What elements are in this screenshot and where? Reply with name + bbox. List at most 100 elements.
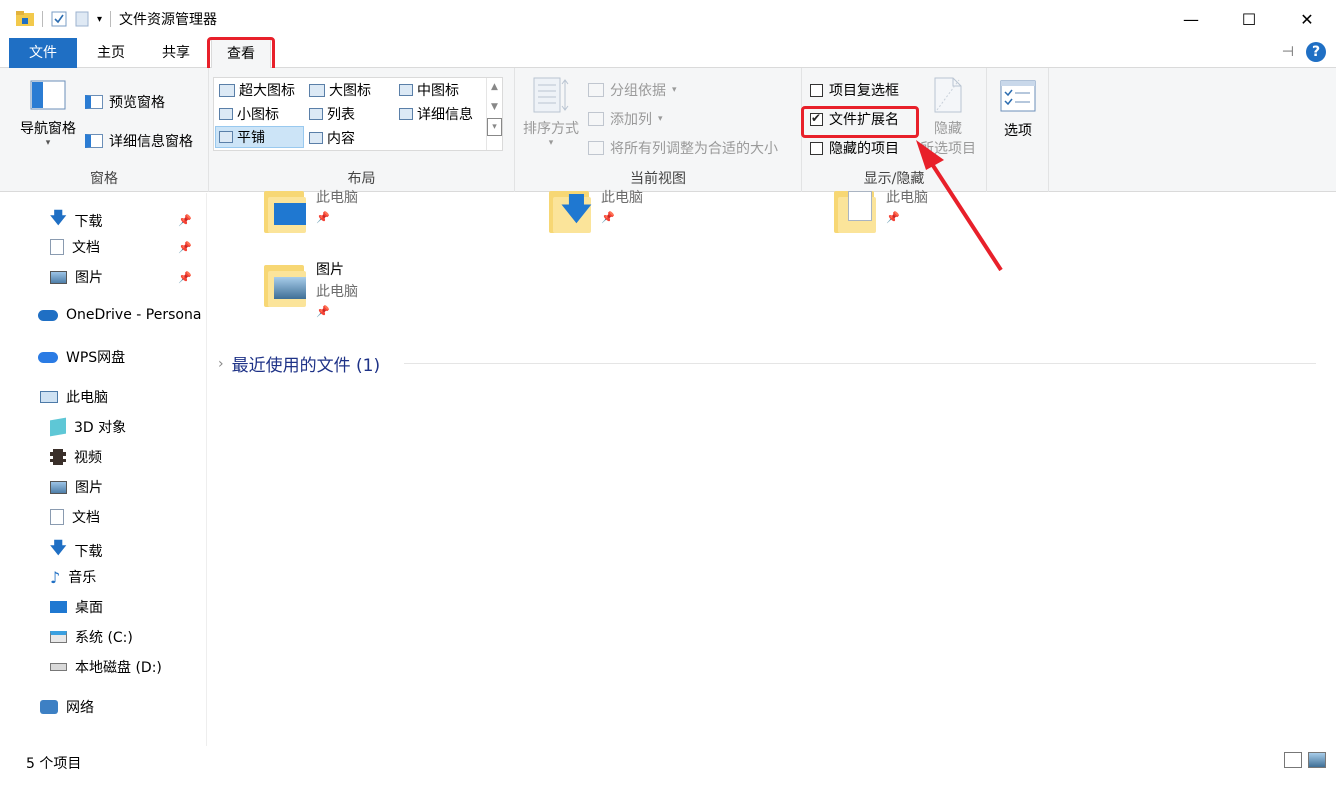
group-by-button[interactable]: 分组依据 ▾ bbox=[588, 80, 677, 100]
recent-files-label: 最近使用的文件 (1) bbox=[231, 356, 381, 376]
layout-extra-large-label: 超大图标 bbox=[239, 83, 295, 99]
details-pane-button[interactable]: 详细信息窗格 bbox=[85, 131, 193, 151]
nav-item-documents[interactable]: 文档 bbox=[50, 507, 100, 527]
nav-item-documents-pinned[interactable]: 文档 📌 bbox=[50, 237, 200, 257]
layout-content[interactable]: 内容 bbox=[306, 127, 358, 149]
gallery-expand-icon[interactable]: ▾ bbox=[487, 118, 502, 136]
nav-item-label: 文档 bbox=[72, 240, 100, 256]
folder-tile-pictures[interactable]: 图片 此电脑 📌 bbox=[260, 259, 358, 318]
content-icon bbox=[309, 132, 323, 144]
window-controls: — ☐ ✕ bbox=[1162, 0, 1336, 38]
options-button[interactable]: 选项 bbox=[995, 80, 1041, 140]
details-view-icon[interactable] bbox=[1284, 752, 1302, 768]
group-panes: 导航窗格 ▾ 预览窗格 详细信息窗格 窗格 bbox=[0, 68, 209, 192]
nav-item-label: 桌面 bbox=[75, 600, 103, 616]
nav-item-label: 下载 bbox=[74, 543, 103, 560]
help-icon[interactable]: ? bbox=[1306, 42, 1326, 62]
picture-emblem-icon bbox=[274, 277, 306, 299]
maximize-button[interactable]: ☐ bbox=[1220, 0, 1278, 38]
layout-details[interactable]: 详细信息 bbox=[396, 103, 476, 125]
explorer-folder-icon bbox=[16, 11, 34, 26]
cube-3d-icon bbox=[50, 417, 66, 437]
nav-item-label: 3D 对象 bbox=[74, 420, 127, 436]
group-current-view: 排序方式 ▾ 分组依据 ▾ 添加列 ▾ 将所有列调整为合适的大小 当前视图 bbox=[515, 68, 802, 192]
highlight-file-extensions bbox=[801, 106, 919, 138]
properties-check-icon[interactable] bbox=[51, 11, 67, 27]
nav-item-this-pc[interactable]: 此电脑 bbox=[40, 387, 108, 407]
nav-item-videos[interactable]: 视频 bbox=[50, 447, 102, 467]
tile-subtitle: 此电脑 bbox=[886, 190, 928, 206]
nav-item-network[interactable]: 网络 bbox=[40, 697, 94, 717]
layout-large-icons[interactable]: 大图标 bbox=[306, 79, 374, 101]
size-all-columns-button[interactable]: 将所有列调整为合适的大小 bbox=[588, 138, 778, 158]
item-checkboxes-toggle[interactable]: 项目复选框 bbox=[810, 80, 899, 100]
folder-tile-desktop[interactable]: 此电脑 📌 bbox=[260, 185, 358, 235]
quick-access-dropdown-icon[interactable]: ▾ bbox=[97, 14, 102, 25]
large-icons-view-icon[interactable] bbox=[1308, 752, 1326, 768]
minimize-button[interactable]: — bbox=[1162, 0, 1220, 38]
download-arrow-icon: 🡇 bbox=[50, 538, 67, 557]
tab-file[interactable]: 文件 bbox=[9, 38, 77, 68]
chevron-right-icon: › bbox=[218, 355, 224, 372]
nav-item-onedrive[interactable]: OneDrive - Persona bbox=[38, 307, 201, 323]
new-folder-icon[interactable] bbox=[75, 11, 89, 27]
document-emblem-icon bbox=[848, 191, 872, 221]
tabs-right-tools: ⊣ ? bbox=[1282, 42, 1326, 62]
pin-icon: 📌 bbox=[178, 240, 192, 254]
nav-item-wps-cloud[interactable]: WPS网盘 bbox=[38, 347, 125, 367]
details-pane-label: 详细信息窗格 bbox=[109, 134, 193, 150]
navigation-pane: 🡇 下载 📌 文档 📌 图片 📌 OneDrive - Persona WPS网… bbox=[0, 193, 207, 746]
nav-pane-button[interactable]: 导航窗格 ▾ bbox=[12, 80, 84, 148]
add-columns-label: 添加列 bbox=[610, 112, 652, 128]
nav-item-downloads[interactable]: 🡇 下载 bbox=[50, 537, 102, 564]
sort-by-button[interactable]: 排序方式 ▾ bbox=[521, 76, 581, 148]
folder-tile-documents[interactable]: 此电脑 📌 bbox=[830, 185, 928, 235]
tile-subtitle: 此电脑 bbox=[316, 284, 358, 300]
hide-selected-button[interactable]: 隐藏 所选项目 bbox=[916, 76, 980, 158]
layout-small-icons[interactable]: 小图标 bbox=[216, 103, 282, 125]
tab-share[interactable]: 共享 bbox=[148, 38, 204, 68]
layout-medium-icons[interactable]: 中图标 bbox=[396, 79, 462, 101]
layout-list[interactable]: 列表 bbox=[306, 103, 358, 125]
tab-home[interactable]: 主页 bbox=[84, 38, 138, 68]
nav-item-downloads-pinned[interactable]: 🡇 下载 📌 bbox=[50, 207, 200, 234]
nav-item-pictures-pinned[interactable]: 图片 📌 bbox=[50, 267, 200, 287]
hidden-items-toggle[interactable]: 隐藏的项目 bbox=[810, 138, 899, 158]
preview-pane-button[interactable]: 预览窗格 bbox=[85, 92, 165, 112]
pin-ribbon-icon[interactable]: ⊣ bbox=[1282, 44, 1294, 60]
add-columns-button[interactable]: 添加列 ▾ bbox=[588, 109, 663, 129]
layout-gallery-scroll[interactable]: ▲ ▼ ▾ bbox=[486, 78, 502, 150]
nav-item-3d-objects[interactable]: 3D 对象 bbox=[50, 417, 126, 437]
chevron-down-icon: ▾ bbox=[548, 138, 554, 148]
layout-content-label: 内容 bbox=[327, 131, 355, 147]
layout-extra-large-icons[interactable]: 超大图标 bbox=[216, 79, 298, 101]
close-button[interactable]: ✕ bbox=[1278, 0, 1336, 38]
network-icon bbox=[40, 700, 58, 714]
item-checkboxes-checkbox[interactable] bbox=[810, 83, 823, 97]
chevron-down-icon: ▾ bbox=[672, 85, 677, 95]
view-switcher bbox=[1284, 752, 1326, 768]
preview-pane-label: 预览窗格 bbox=[109, 95, 165, 111]
layout-tiles[interactable]: 平铺 bbox=[215, 126, 304, 148]
recent-files-section-header[interactable]: › 最近使用的文件 (1) bbox=[218, 351, 381, 377]
layout-large-label: 大图标 bbox=[329, 83, 371, 99]
nav-item-pictures[interactable]: 图片 bbox=[50, 477, 103, 497]
pin-icon: 📌 bbox=[601, 211, 615, 224]
ribbon: 导航窗格 ▾ 预览窗格 详细信息窗格 窗格 布局 超大图标 大图标 中图标 小图… bbox=[0, 68, 1336, 192]
nav-item-label: 文档 bbox=[72, 510, 100, 526]
picture-icon bbox=[50, 270, 67, 284]
film-icon bbox=[50, 449, 66, 465]
hidden-items-checkbox[interactable] bbox=[810, 141, 823, 155]
folder-icon bbox=[830, 185, 876, 235]
nav-item-music[interactable]: ♪ 音乐 bbox=[50, 567, 96, 587]
scroll-down-icon[interactable]: ▼ bbox=[487, 102, 502, 112]
tiles-icon bbox=[219, 131, 233, 143]
nav-item-local-disk-d[interactable]: 本地磁盘 (D:) bbox=[50, 657, 162, 677]
folder-icon bbox=[260, 185, 306, 235]
onedrive-cloud-icon bbox=[38, 309, 58, 321]
nav-item-system-drive[interactable]: 系统 (C:) bbox=[50, 627, 133, 647]
scroll-up-icon[interactable]: ▲ bbox=[487, 82, 502, 92]
download-arrow-icon: 🡇 bbox=[50, 208, 67, 227]
nav-item-desktop[interactable]: 桌面 bbox=[50, 597, 103, 617]
folder-tile-downloads[interactable]: 🡇 此电脑 📌 bbox=[545, 185, 643, 235]
